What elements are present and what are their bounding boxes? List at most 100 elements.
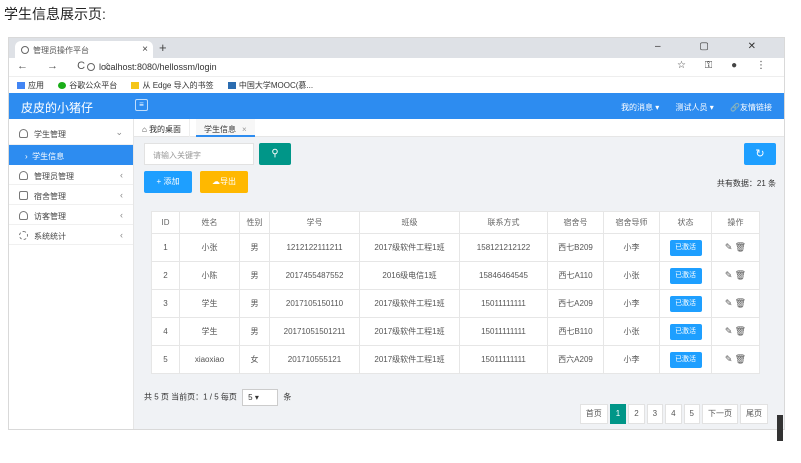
cell-status: 已激活 — [659, 233, 712, 262]
wechat-icon — [58, 82, 67, 89]
column-header[interactable]: 姓名 — [179, 211, 240, 234]
status-button[interactable]: 已激活 — [669, 239, 702, 256]
cell-contact: 15846464545 — [459, 261, 548, 290]
export-button[interactable]: ☁导出 — [200, 171, 248, 193]
chevron-left-icon: ‹ — [120, 210, 123, 220]
browser-tab[interactable]: 管理员操作平台 × — [15, 41, 153, 58]
page-tabs: ⌂ 我的桌面 学生信息 × — [134, 119, 784, 137]
table-row: 2 小陈 男 2017455487552 2016级电信1班 158464645… — [151, 261, 760, 290]
sidebar-item-admin-mgmt[interactable]: 管理员管理 ‹ — [9, 165, 133, 185]
column-header[interactable]: ID — [151, 211, 180, 234]
chevron-left-icon: ‹ — [120, 170, 123, 180]
student-table-wrap: ID 姓名 性别 学号 班级 联系方式 宿舍号 宿舍导师 状态 操作 1 小张 … — [151, 211, 760, 374]
page-5[interactable]: 5 — [683, 404, 700, 424]
edit-icon[interactable]: ✎ — [725, 298, 733, 308]
page-1[interactable]: 1 — [609, 404, 627, 424]
chevron-right-icon: › — [25, 152, 28, 161]
cell-name: 小陈 — [179, 261, 240, 290]
page-size-select[interactable]: 5 ▾ — [242, 389, 279, 406]
cell-dorm: 西七A110 — [547, 261, 604, 290]
cell-name: 学生 — [179, 289, 240, 318]
bookmark-apps[interactable]: 应用 — [17, 81, 44, 90]
status-button[interactable]: 已激活 — [669, 267, 702, 284]
delete-icon[interactable]: 🗑 — [735, 270, 746, 280]
column-header[interactable]: 联系方式 — [459, 211, 548, 234]
search-input[interactable]: 请输入关键字 — [144, 143, 254, 165]
browser-tab-title: 管理员操作平台 — [33, 46, 89, 55]
edit-icon[interactable]: ✎ — [725, 242, 733, 252]
column-header[interactable]: 学号 — [269, 211, 360, 234]
status-button[interactable]: 已激活 — [669, 351, 702, 368]
cell-tutor: 小李 — [603, 233, 660, 262]
top-menu: 我的消息 ▾ 测试人员 ▾ 🔗友情链接 — [607, 102, 772, 113]
page-next[interactable]: 下一页 — [702, 404, 738, 424]
cell-student-no: 20171051501211 — [269, 317, 360, 346]
table-row: 1 小张 男 1212122111211 2017级软件工程1班 1581212… — [151, 233, 760, 262]
page-2[interactable]: 2 — [628, 404, 645, 424]
delete-icon[interactable]: 🗑 — [735, 326, 746, 336]
page-caption: 学生信息展示页: — [4, 6, 106, 22]
edit-icon[interactable]: ✎ — [725, 270, 733, 280]
cell-gender: 男 — [239, 317, 270, 346]
cell-id: 3 — [151, 289, 180, 318]
column-header[interactable]: 操作 — [711, 211, 760, 234]
cell-actions: ✎ 🗑 — [711, 289, 760, 318]
refresh-button[interactable]: ↻ — [744, 143, 776, 165]
url-field[interactable]: localhost:8080/hellossm/login — [87, 61, 707, 75]
bookmark-mooc[interactable]: 中国大学MOOC(慕... — [227, 81, 313, 90]
column-header[interactable]: 性别 — [239, 211, 270, 234]
cell-name: 学生 — [179, 317, 240, 346]
top-menu-links[interactable]: 🔗友情链接 — [730, 103, 772, 112]
chevron-left-icon: ‹ — [120, 230, 123, 240]
visitor-icon — [19, 211, 28, 220]
table-row: 4 学生 男 20171051501211 2017级软件工程1班 150111… — [151, 317, 760, 346]
cell-tutor: 小张 — [603, 261, 660, 290]
scrollbar-thumb[interactable] — [777, 415, 783, 441]
sidebar-item-visitor-mgmt[interactable]: 访客管理 ‹ — [9, 205, 133, 225]
tab-student-info[interactable]: 学生信息 × — [196, 119, 255, 137]
pager-summary: 共 5 页 当前页：1 / 5 每页 5 ▾ 条 — [144, 389, 291, 406]
globe-icon — [21, 46, 29, 54]
page-first[interactable]: 首页 — [579, 404, 608, 424]
cell-class: 2017级软件工程1班 — [359, 345, 460, 374]
column-header[interactable]: 宿舍导师 — [603, 211, 660, 234]
close-icon[interactable]: × — [242, 125, 247, 134]
tab-home[interactable]: ⌂ 我的桌面 — [134, 119, 191, 137]
sidebar-item-student-info[interactable]: › 学生信息 — [9, 145, 133, 165]
search-button[interactable]: ⚲ — [259, 143, 291, 165]
bookmark-edge[interactable]: 从 Edge 导入的书签 — [131, 81, 214, 90]
status-button[interactable]: 已激活 — [669, 295, 702, 312]
cell-contact: 15011111111 — [459, 317, 548, 346]
add-button[interactable]: + 添加 — [144, 171, 192, 193]
new-tab-button[interactable]: + — [159, 40, 167, 55]
column-header[interactable]: 宿舍号 — [547, 211, 604, 234]
cell-name: xiaoxiao — [179, 345, 240, 374]
table-row: 3 学生 男 2017105150110 2017级软件工程1班 1501111… — [151, 289, 760, 318]
sidebar-item-label: 访客管理 — [34, 212, 66, 221]
edit-icon[interactable]: ✎ — [725, 326, 733, 336]
sidebar-item-stats[interactable]: 系统统计 ‹ — [9, 225, 133, 245]
window-controls[interactable]: – ▢ ✕ — [655, 41, 774, 52]
address-bar-actions[interactable]: ☆ ⚿ ● ⋮ — [677, 60, 774, 71]
url-text: localhost:8080/hellossm/login — [99, 62, 217, 72]
cell-gender: 男 — [239, 289, 270, 318]
status-button[interactable]: 已激活 — [669, 323, 702, 340]
delete-icon[interactable]: 🗑 — [735, 298, 746, 308]
column-header[interactable]: 状态 — [659, 211, 712, 234]
page-4[interactable]: 4 — [665, 404, 682, 424]
cell-status: 已激活 — [659, 317, 712, 346]
top-menu-messages[interactable]: 我的消息 ▾ — [621, 103, 659, 112]
edit-icon[interactable]: ✎ — [725, 354, 733, 364]
delete-icon[interactable]: 🗑 — [735, 354, 746, 364]
close-tab-icon[interactable]: × — [142, 44, 148, 55]
sidebar-item-dorm-mgmt[interactable]: 宿舍管理 ‹ — [9, 185, 133, 205]
column-header[interactable]: 班级 — [359, 211, 460, 234]
top-menu-user[interactable]: 测试人员 ▾ — [676, 103, 714, 112]
menu-toggle-icon[interactable]: ≡ — [135, 99, 148, 111]
delete-icon[interactable]: 🗑 — [735, 242, 746, 252]
bookmark-wechat[interactable]: 谷歌公众平台 — [58, 81, 117, 90]
page-3[interactable]: 3 — [646, 404, 664, 424]
page-last[interactable]: 尾页 — [740, 404, 768, 424]
tab-label: 学生信息 — [204, 125, 236, 134]
sidebar-item-student-mgmt[interactable]: 学生管理 ⌄ — [9, 119, 133, 145]
